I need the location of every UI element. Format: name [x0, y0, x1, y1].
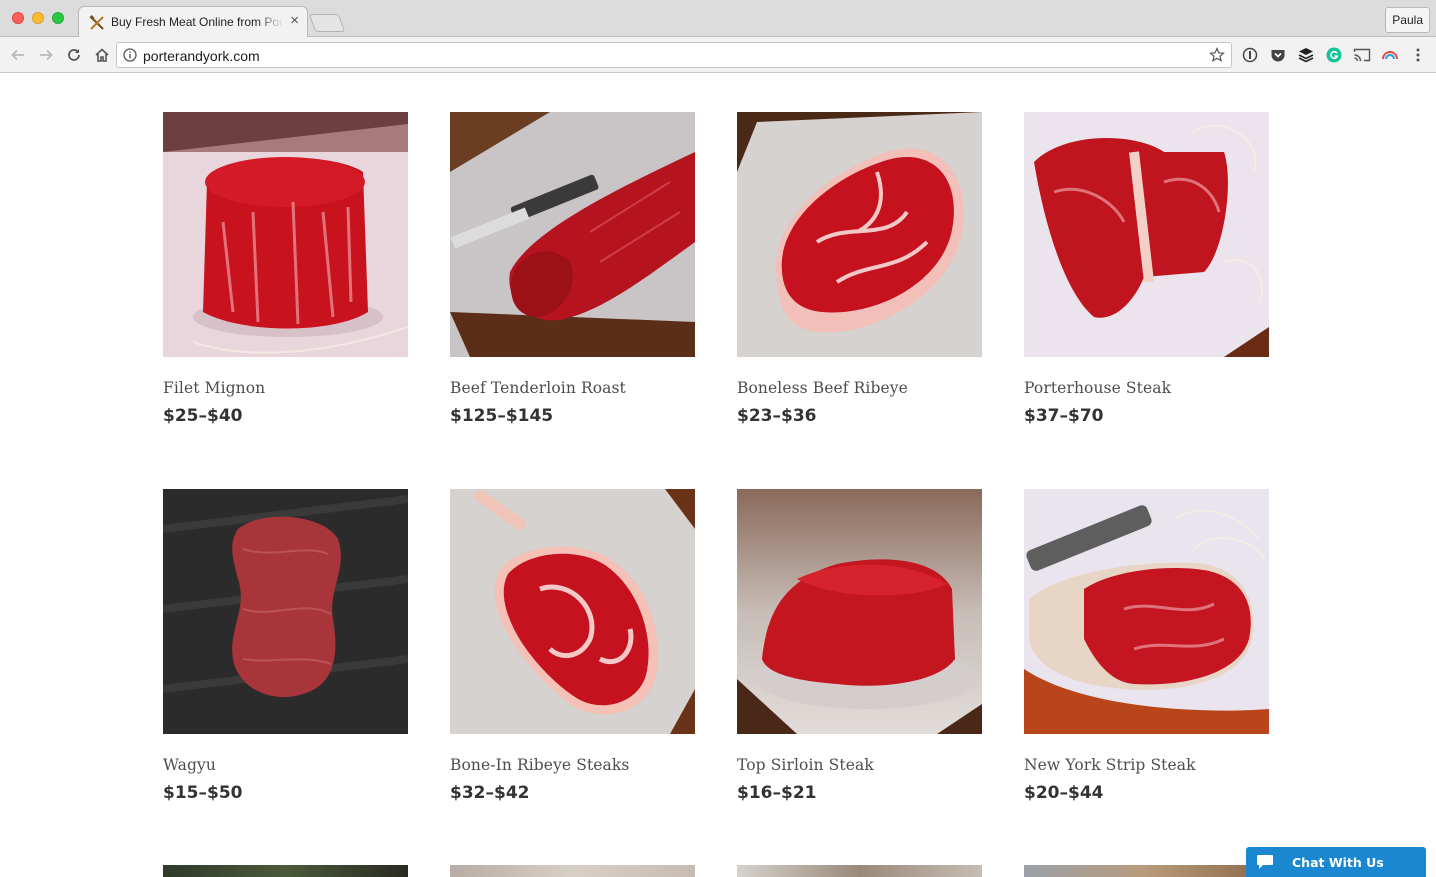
bookmark-star-icon[interactable] — [1209, 47, 1225, 63]
browser-tab-active[interactable]: Buy Fresh Meat Online from Porter and Yo… — [78, 6, 308, 38]
product-photo-boneless-beef-ribeye[interactable] — [737, 112, 982, 357]
product-name[interactable]: Top Sirloin Steak — [737, 756, 982, 774]
product-name[interactable]: Wagyu — [163, 756, 408, 774]
product-price: $23–$36 — [737, 406, 817, 426]
buffer-extension-icon[interactable] — [1297, 46, 1315, 64]
window-minimize-button[interactable] — [32, 12, 44, 24]
grammarly-extension-icon[interactable] — [1325, 46, 1343, 64]
window-close-button[interactable] — [12, 12, 24, 24]
product-price: $16–$21 — [737, 783, 817, 803]
chat-label: Chat With Us — [1292, 855, 1384, 870]
chat-bubble-icon — [1257, 855, 1273, 869]
product-photo-partial[interactable] — [1024, 865, 1269, 877]
browser-menu-icon[interactable] — [1409, 46, 1427, 64]
window-maximize-button[interactable] — [52, 12, 64, 24]
new-tab-button[interactable] — [308, 14, 346, 32]
product-name[interactable]: Beef Tenderloin Roast — [450, 379, 695, 397]
product-name[interactable]: Bone-In Ribeye Steaks — [450, 756, 695, 774]
product-name[interactable]: New York Strip Steak — [1024, 756, 1269, 774]
product-card[interactable]: Boneless Beef Ribeye $23–$36 — [737, 112, 982, 426]
url-text[interactable]: porterandyork.com — [143, 48, 260, 64]
product-name[interactable]: Filet Mignon — [163, 379, 408, 397]
product-photo-porterhouse-steak[interactable] — [1024, 112, 1269, 357]
crossed-knives-favicon-icon — [89, 15, 104, 30]
product-grid: Filet Mignon $25–$40 Beef Tenderloin Roa… — [0, 73, 1436, 877]
product-name[interactable]: Porterhouse Steak — [1024, 379, 1269, 397]
product-card[interactable]: Wagyu $15–$50 — [163, 489, 408, 803]
product-price: $32–$42 — [450, 783, 530, 803]
password-manager-extension-icon[interactable] — [1241, 46, 1259, 64]
product-name[interactable]: Boneless Beef Ribeye — [737, 379, 982, 397]
product-photo-new-york-strip-steak[interactable] — [1024, 489, 1269, 734]
home-icon[interactable] — [92, 45, 112, 65]
product-photo-partial[interactable] — [450, 865, 695, 877]
cast-icon[interactable] — [1353, 46, 1371, 64]
product-card[interactable]: Bone-In Ribeye Steaks $32–$42 — [450, 489, 695, 803]
product-photo-partial[interactable] — [163, 865, 408, 877]
address-bar[interactable]: porterandyork.com — [116, 42, 1232, 68]
chat-widget-button[interactable]: Chat With Us — [1246, 847, 1426, 877]
product-photo-bone-in-ribeye-steaks[interactable] — [450, 489, 695, 734]
product-photo-top-sirloin-steak[interactable] — [737, 489, 982, 734]
product-photo-wagyu[interactable] — [163, 489, 408, 734]
site-info-icon[interactable] — [123, 48, 137, 62]
product-price: $37–$70 — [1024, 406, 1104, 426]
reload-icon[interactable] — [64, 45, 84, 65]
tab-title: Buy Fresh Meat Online from Porter and Yo… — [111, 15, 283, 29]
browser-toolbar: porterandyork.com — [0, 37, 1436, 73]
product-card[interactable]: Porterhouse Steak $37–$70 — [1024, 112, 1269, 426]
rainbow-extension-icon[interactable] — [1381, 46, 1399, 64]
product-price: $20–$44 — [1024, 783, 1104, 803]
back-arrow-icon[interactable] — [8, 45, 28, 65]
product-card[interactable]: Beef Tenderloin Roast $125–$145 — [450, 112, 695, 426]
product-card[interactable]: Filet Mignon $25–$40 — [163, 112, 408, 426]
product-price: $15–$50 — [163, 783, 243, 803]
product-card[interactable]: New York Strip Steak $20–$44 — [1024, 489, 1269, 803]
tab-close-icon[interactable]: × — [290, 13, 299, 29]
pocket-extension-icon[interactable] — [1269, 46, 1287, 64]
product-photo-beef-tenderloin-roast[interactable] — [450, 112, 695, 357]
forward-arrow-icon[interactable] — [36, 45, 56, 65]
profile-button[interactable]: Paula — [1385, 7, 1430, 33]
product-price: $25–$40 — [163, 406, 243, 426]
product-photo-filet-mignon[interactable] — [163, 112, 408, 357]
product-price: $125–$145 — [450, 406, 554, 426]
product-photo-partial[interactable] — [737, 865, 982, 877]
browser-titlebar: Buy Fresh Meat Online from Porter and Yo… — [0, 0, 1436, 38]
product-card[interactable]: Top Sirloin Steak $16–$21 — [737, 489, 982, 803]
